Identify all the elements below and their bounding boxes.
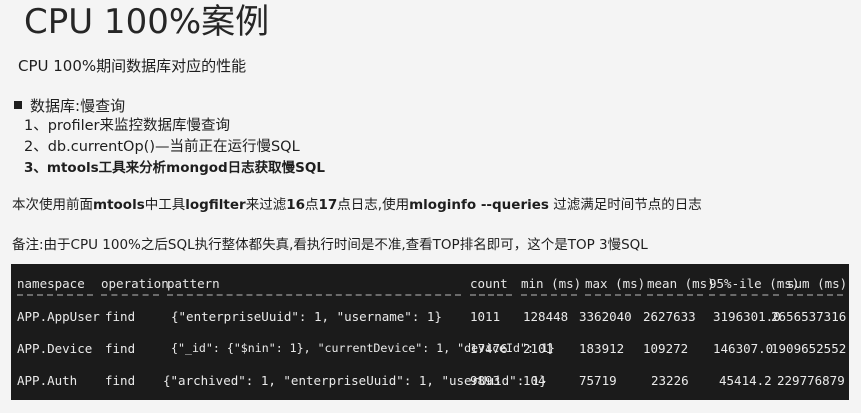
step-item: 2、db.currentOp()—当前正在运行慢SQL (24, 139, 300, 155)
cell-operation: find (105, 309, 136, 324)
cell-namespace: APP.Auth (17, 373, 78, 388)
header-mean: mean (ms) (647, 276, 715, 291)
cell-mean: 23226 (651, 373, 689, 388)
cell-sum: 2656537316 (771, 309, 847, 324)
cell-mean: 109272 (643, 341, 689, 356)
slide-title: CPU 100%案例 (24, 2, 270, 42)
cell-count: 1011 (470, 309, 501, 324)
cell-sum: 229776879 (777, 373, 845, 388)
paragraph-method: 本次使用前面mtools中工具logfilter来过滤16点17点日志,使用ml… (12, 196, 702, 214)
cell-operation: find (105, 341, 136, 356)
table-header-row: namespace operation pattern count min (m… (11, 269, 849, 299)
cell-min: 128448 (523, 309, 569, 324)
cell-namespace: APP.Device (17, 341, 93, 356)
cell-mean: 2627633 (643, 309, 696, 324)
cell-max: 183912 (579, 341, 625, 356)
text: 来过滤 (245, 197, 287, 213)
cell-count: 17476 (470, 341, 508, 356)
cell-min: 2101 (523, 341, 554, 356)
cell-95ile: 45414.2 (719, 373, 772, 388)
text: 本次使用前面 (12, 197, 93, 213)
paragraph-note: 备注:由于CPU 100%之后SQL执行整体都失真,看执行时间是不准,查看TOP… (12, 237, 648, 253)
divider (101, 294, 159, 296)
step-item: 3、mtools工具来分析mongod日志获取慢SQL (24, 160, 325, 176)
slide: CPU 100%案例 CPU 100%期间数据库对应的性能 数据库:慢查询 1、… (0, 0, 861, 413)
step-item: 1、profiler来监控数据库慢查询 (24, 118, 230, 134)
cell-95ile: 146307.0 (713, 341, 774, 356)
text: 中工具 (144, 197, 186, 213)
divider (709, 294, 779, 296)
table-row: APP.Auth find {"archived": 1, "enterpris… (11, 366, 849, 396)
cell-max: 75719 (579, 373, 617, 388)
text: 点日志,使用 (337, 197, 410, 213)
bullet-emphasis: 慢查询 (80, 97, 126, 115)
step-list: 1、profiler来监控数据库慢查询 2、db.currentOp()—当前正… (24, 116, 325, 179)
header-max: max (ms) (585, 276, 646, 291)
header-95ile: 95%-ile (ms) (709, 276, 800, 291)
square-bullet-icon (14, 101, 22, 109)
bullet-heading: 数据库:慢查询 (14, 96, 125, 116)
cell-namespace: APP.AppUser (17, 309, 100, 324)
text-bold: logfilter (185, 197, 246, 213)
cell-count: 9893 (470, 373, 501, 388)
table-row: APP.AppUser find {"enterpriseUuid": 1, "… (11, 302, 849, 332)
divider (787, 294, 843, 296)
slide-subtitle: CPU 100%期间数据库对应的性能 (18, 57, 247, 75)
text-bold: 16 (286, 197, 305, 213)
text: 过滤满足时间节点的日志 (548, 197, 702, 213)
cell-sum: 1909652552 (771, 341, 847, 356)
header-sum: sum (ms) (787, 276, 848, 291)
cell-min: 104 (523, 373, 546, 388)
cell-max: 3362040 (579, 309, 632, 324)
divider (521, 294, 577, 296)
header-namespace: namespace (17, 276, 85, 291)
text-bold: mtools (93, 197, 145, 213)
divider (585, 294, 641, 296)
text-bold: mloginfo --queries (409, 197, 549, 213)
cell-pattern: {"enterpriseUuid": 1, "username": 1} (171, 309, 442, 324)
divider (647, 294, 703, 296)
divider (470, 294, 512, 296)
header-min: min (ms) (521, 276, 582, 291)
cell-operation: find (105, 373, 136, 388)
table-row: APP.Device find {"_id": {"$nin": 1}, "cu… (11, 334, 849, 364)
text-bold: 17 (318, 197, 338, 213)
header-count: count (470, 276, 508, 291)
header-operation: operation (101, 276, 169, 291)
divider (17, 294, 93, 296)
mloginfo-output-table: namespace operation pattern count min (m… (11, 264, 849, 400)
divider (167, 294, 461, 296)
bullet-prefix: 数据库: (30, 97, 81, 115)
header-pattern: pattern (167, 276, 220, 291)
text: 点 (305, 197, 319, 213)
